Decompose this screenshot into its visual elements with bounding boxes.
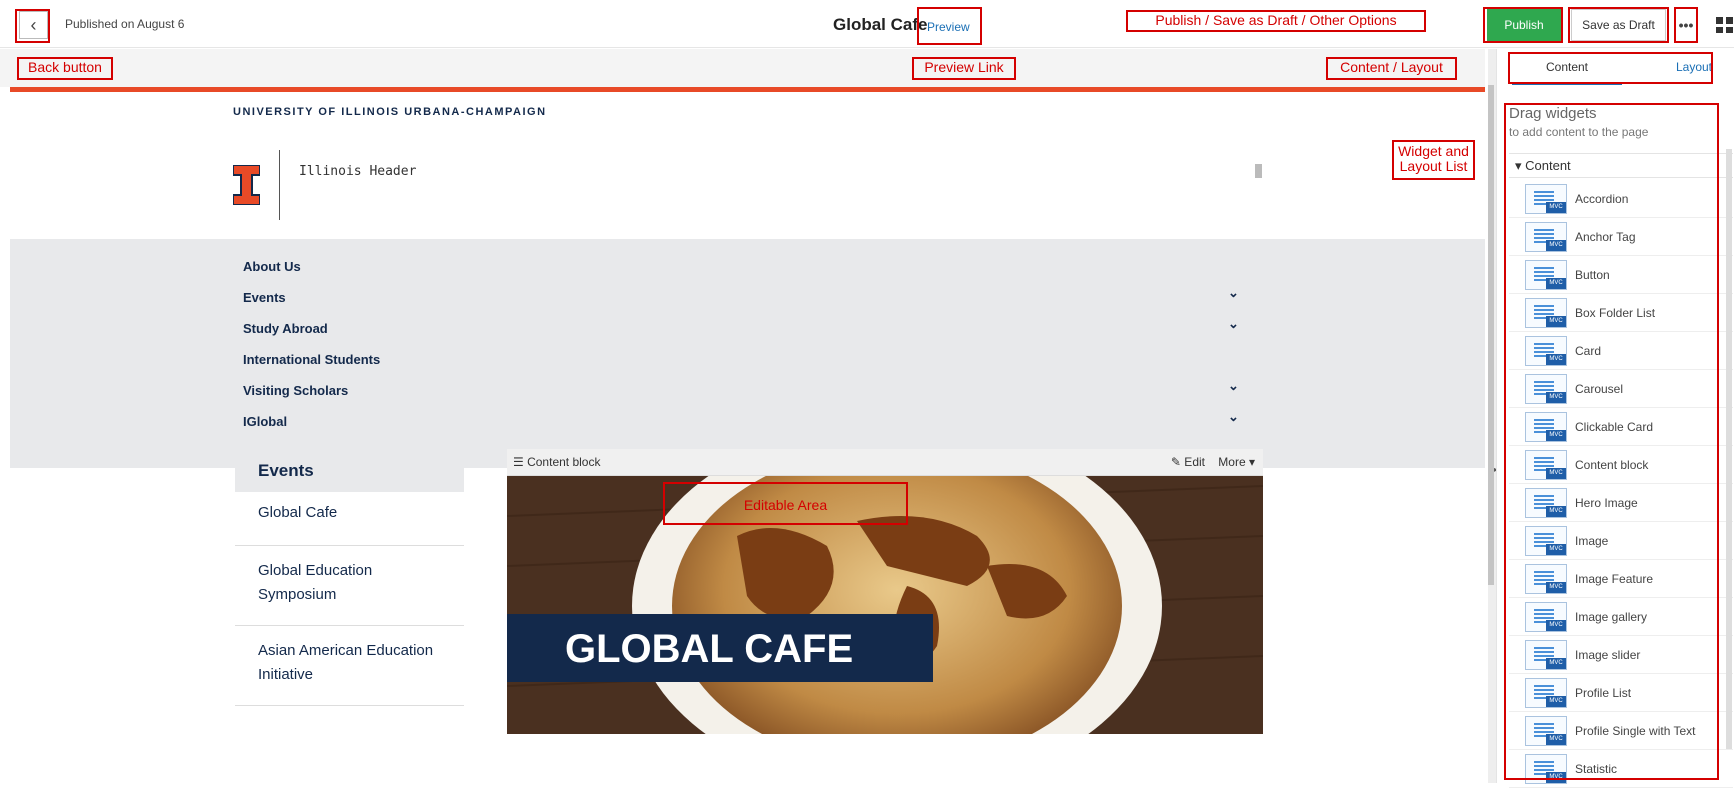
- more-dropdown[interactable]: More ▾: [1218, 455, 1255, 469]
- canvas-top-strip: [0, 49, 1485, 87]
- panel-scrollbar[interactable]: [1726, 149, 1732, 749]
- chevron-down-icon[interactable]: ⌄: [1228, 409, 1239, 425]
- annotation-box-widgets: [1504, 103, 1719, 780]
- chevron-down-icon[interactable]: ⌄: [1228, 285, 1239, 301]
- content-block-toolbar: ☰ Content block ✎ Edit More ▾: [507, 449, 1263, 476]
- nav-item-iglobal[interactable]: IGlobal: [243, 414, 287, 429]
- annotation-box-publish: [1483, 7, 1563, 43]
- content-block-label[interactable]: ☰ Content block: [513, 455, 600, 469]
- section-nav-heading[interactable]: Events: [235, 449, 464, 492]
- university-wordmark: UNIVERSITY OF ILLINOIS URBANA-CHAMPAIGN: [233, 106, 547, 118]
- illinois-logo-icon: [233, 165, 260, 205]
- top-toolbar: ‹ Published on August 6 Global Cafe Prev…: [0, 0, 1734, 48]
- grid-icon[interactable]: [1716, 17, 1734, 33]
- annotation-box-tabs: [1508, 52, 1713, 84]
- nav-item-about-us[interactable]: About Us: [243, 259, 301, 274]
- brand-accent-line: [10, 87, 1485, 92]
- nav-item-study-abroad[interactable]: Study Abroad: [243, 321, 328, 336]
- annotation-content-layout: Content / Layout: [1326, 57, 1457, 80]
- site-navigation: [10, 239, 1485, 468]
- edit-button[interactable]: ✎ Edit: [1171, 455, 1205, 469]
- nav-item-events[interactable]: Events: [243, 290, 286, 305]
- annotation-back-button: Back button: [17, 57, 113, 80]
- page-title: Global Cafe: [833, 15, 928, 34]
- page-canvas: UNIVERSITY OF ILLINOIS URBANA-CHAMPAIGN …: [0, 49, 1485, 783]
- header-text: Illinois Header: [299, 164, 417, 179]
- chevron-down-icon[interactable]: ⌄: [1228, 378, 1239, 394]
- annotation-box-preview: [917, 7, 982, 45]
- annotation-preview-link: Preview Link: [912, 57, 1016, 80]
- annotation-box-draft: [1568, 7, 1669, 43]
- section-nav-link[interactable]: Global Cafe: [235, 492, 464, 546]
- annotation-widget-list: Widget and Layout List: [1392, 140, 1475, 180]
- annotation-publish-options: Publish / Save as Draft / Other Options: [1126, 10, 1426, 32]
- section-nav-link[interactable]: Asian American Education Initiative: [235, 626, 464, 706]
- nav-item-visiting-scholars[interactable]: Visiting Scholars: [243, 383, 348, 398]
- logo-divider: [279, 150, 280, 220]
- annotation-box-back: [15, 9, 50, 43]
- hero-title: GLOBAL CAFE: [565, 627, 854, 671]
- annotation-box-more: [1674, 7, 1698, 43]
- annotation-editable-area: Editable Area: [663, 482, 908, 525]
- publish-status: Published on August 6: [65, 17, 185, 31]
- chevron-down-icon[interactable]: ⌄: [1228, 316, 1239, 332]
- nav-item-international-students[interactable]: International Students: [243, 352, 380, 367]
- section-nav-link[interactable]: Global Education Symposium: [235, 546, 464, 626]
- canvas-scrollbar[interactable]: [1488, 85, 1494, 585]
- header-scroll-marker: [1255, 164, 1262, 178]
